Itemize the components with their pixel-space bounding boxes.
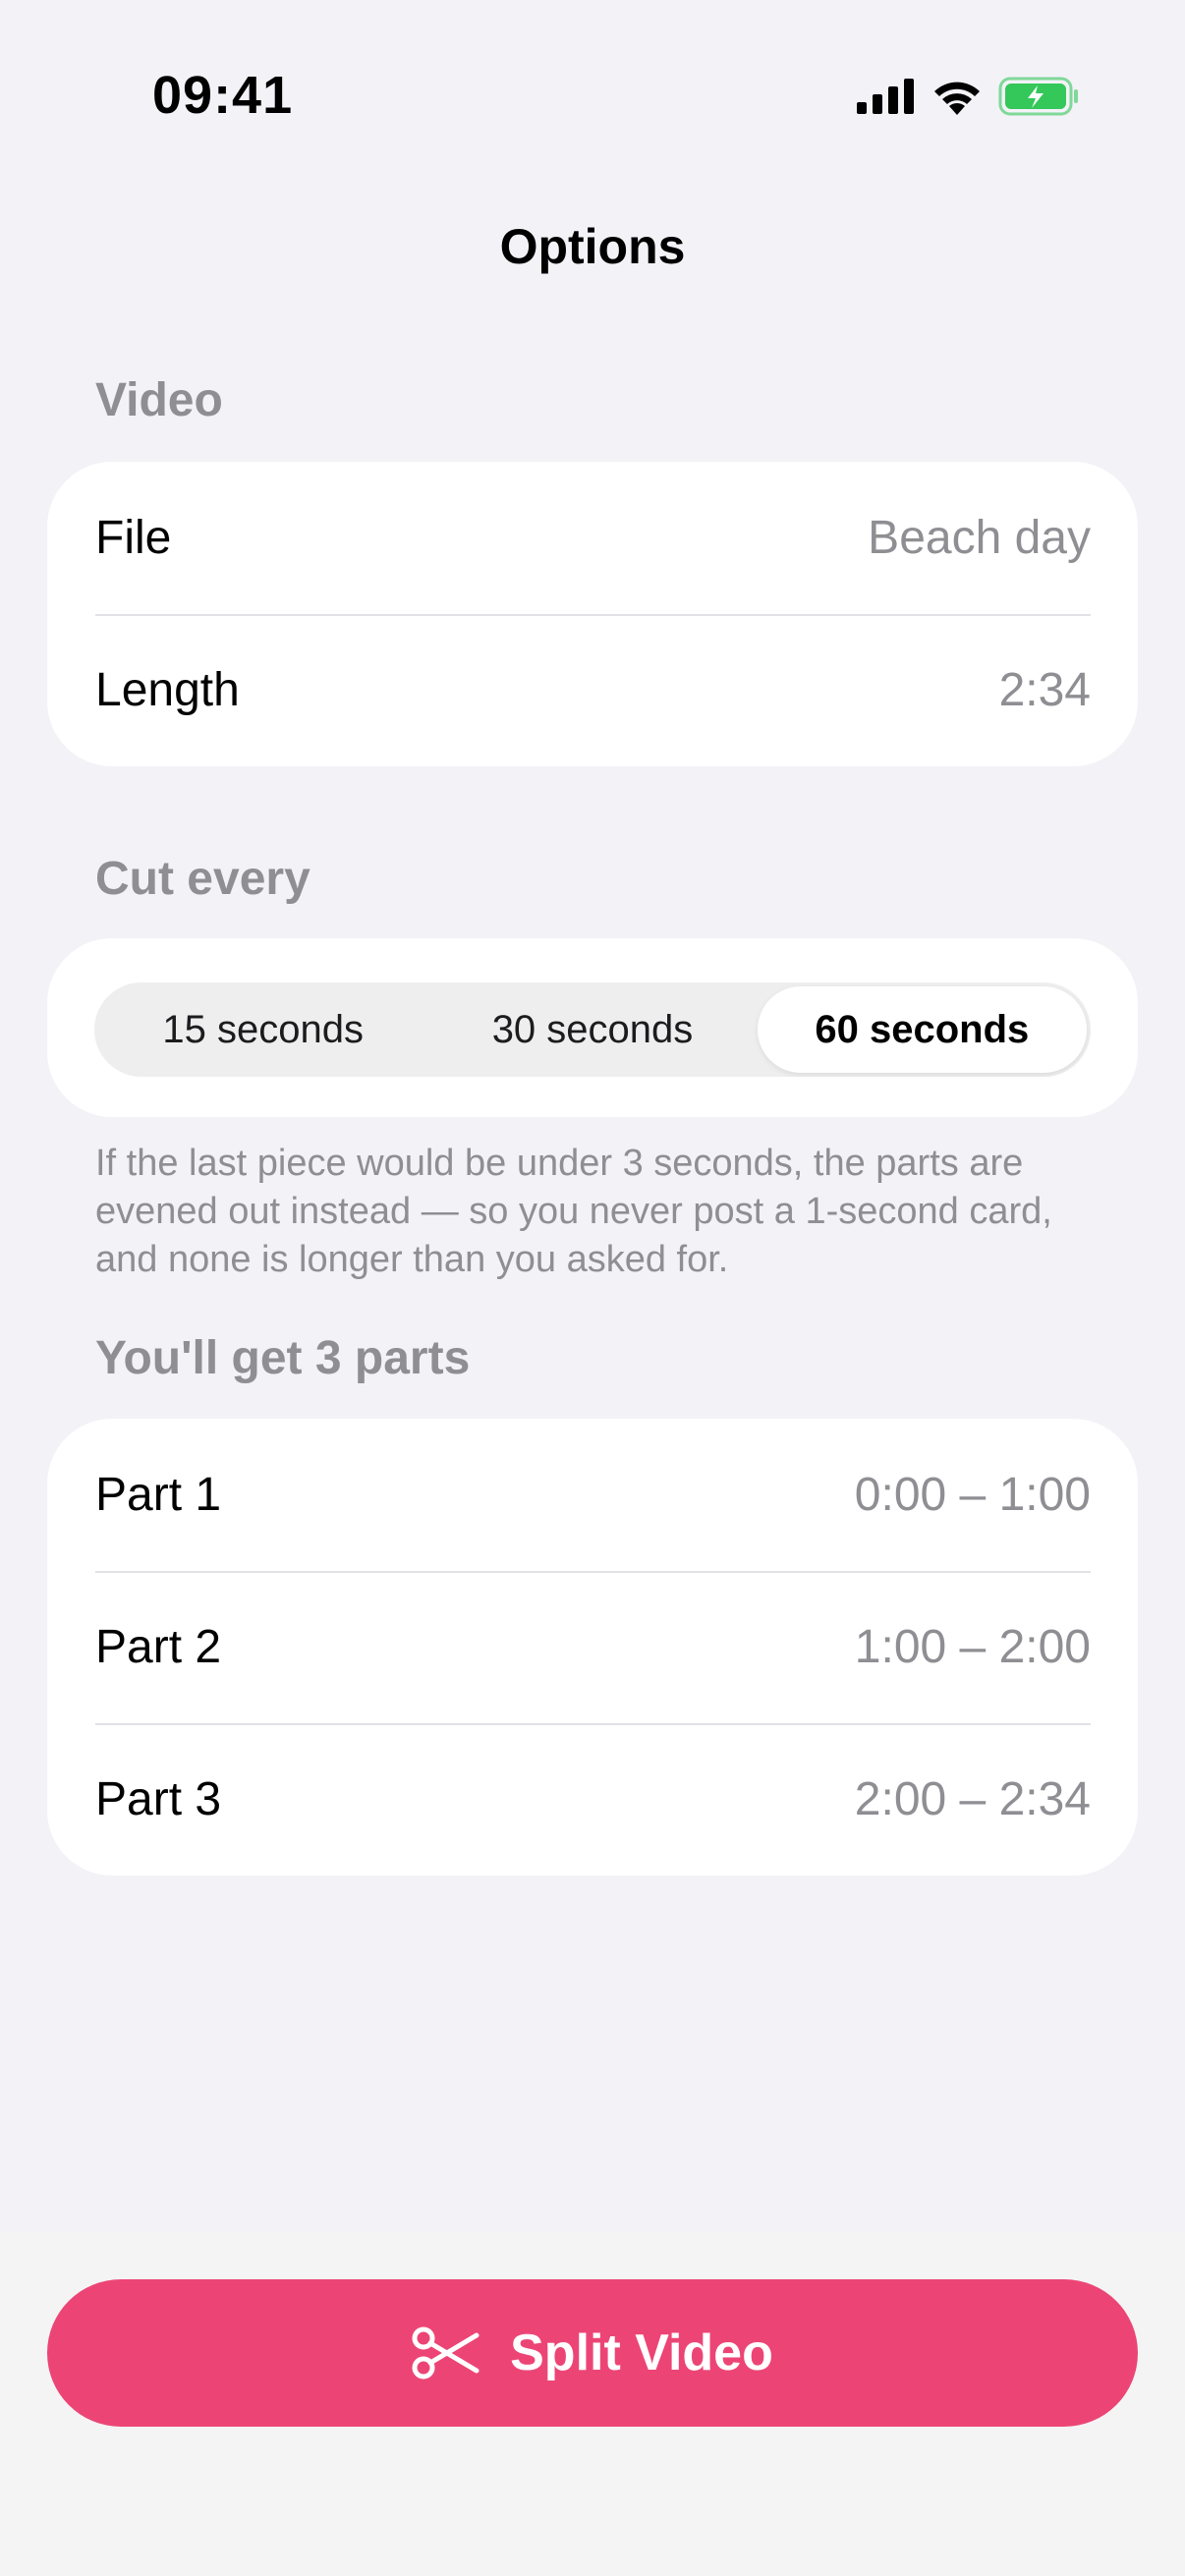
cut-section-header: Cut every bbox=[95, 853, 310, 905]
wifi-icon bbox=[934, 82, 980, 115]
file-label: File bbox=[95, 512, 172, 564]
length-value: 2:34 bbox=[998, 664, 1091, 716]
part-row: Part 1 0:00 – 1:00 bbox=[47, 1419, 1138, 1571]
cut-interval-segmented-control[interactable]: 15 seconds 30 seconds 60 seconds bbox=[94, 982, 1091, 1077]
length-row: Length 2:34 bbox=[47, 614, 1138, 766]
parts-list-card: Part 1 0:00 – 1:00 Part 2 1:00 – 2:00 Pa… bbox=[47, 1419, 1138, 1876]
part-range: 0:00 – 1:00 bbox=[854, 1469, 1091, 1521]
part-row: Part 2 1:00 – 2:00 bbox=[47, 1571, 1138, 1723]
part-label: Part 2 bbox=[95, 1621, 222, 1673]
cut-footnote: If the last piece would be under 3 secon… bbox=[95, 1143, 1052, 1280]
segment-30-seconds[interactable]: 30 seconds bbox=[427, 986, 757, 1073]
status-time: 09:41 bbox=[152, 66, 294, 125]
part-label: Part 1 bbox=[95, 1469, 222, 1521]
segment-60-seconds[interactable]: 60 seconds bbox=[757, 986, 1087, 1073]
video-info-card: File Beach day Length 2:34 bbox=[47, 462, 1138, 766]
file-row[interactable]: File Beach day bbox=[47, 462, 1138, 614]
segment-15-seconds[interactable]: 15 seconds bbox=[98, 986, 427, 1073]
split-video-label: Split Video bbox=[510, 2324, 773, 2381]
video-section-header: Video bbox=[95, 374, 223, 426]
split-video-button[interactable]: Split Video bbox=[47, 2279, 1138, 2427]
battery-charging-icon bbox=[998, 77, 1078, 116]
parts-section-header: You'll get 3 parts bbox=[95, 1332, 471, 1384]
file-value: Beach day bbox=[868, 512, 1091, 564]
scissors-icon bbox=[412, 2326, 480, 2380]
cellular-signal-icon bbox=[857, 79, 914, 114]
options-screen: 09:41 Options Video File Beach day Lengt… bbox=[0, 0, 1185, 2576]
part-range: 2:00 – 2:34 bbox=[854, 1773, 1091, 1825]
cut-interval-card: 15 seconds 30 seconds 60 seconds bbox=[47, 938, 1138, 1117]
page-title: Options bbox=[499, 219, 686, 274]
part-row: Part 3 2:00 – 2:34 bbox=[47, 1723, 1138, 1876]
length-label: Length bbox=[95, 664, 240, 716]
status-icons bbox=[857, 77, 1079, 116]
part-range: 1:00 – 2:00 bbox=[854, 1621, 1091, 1673]
part-label: Part 3 bbox=[95, 1773, 222, 1825]
